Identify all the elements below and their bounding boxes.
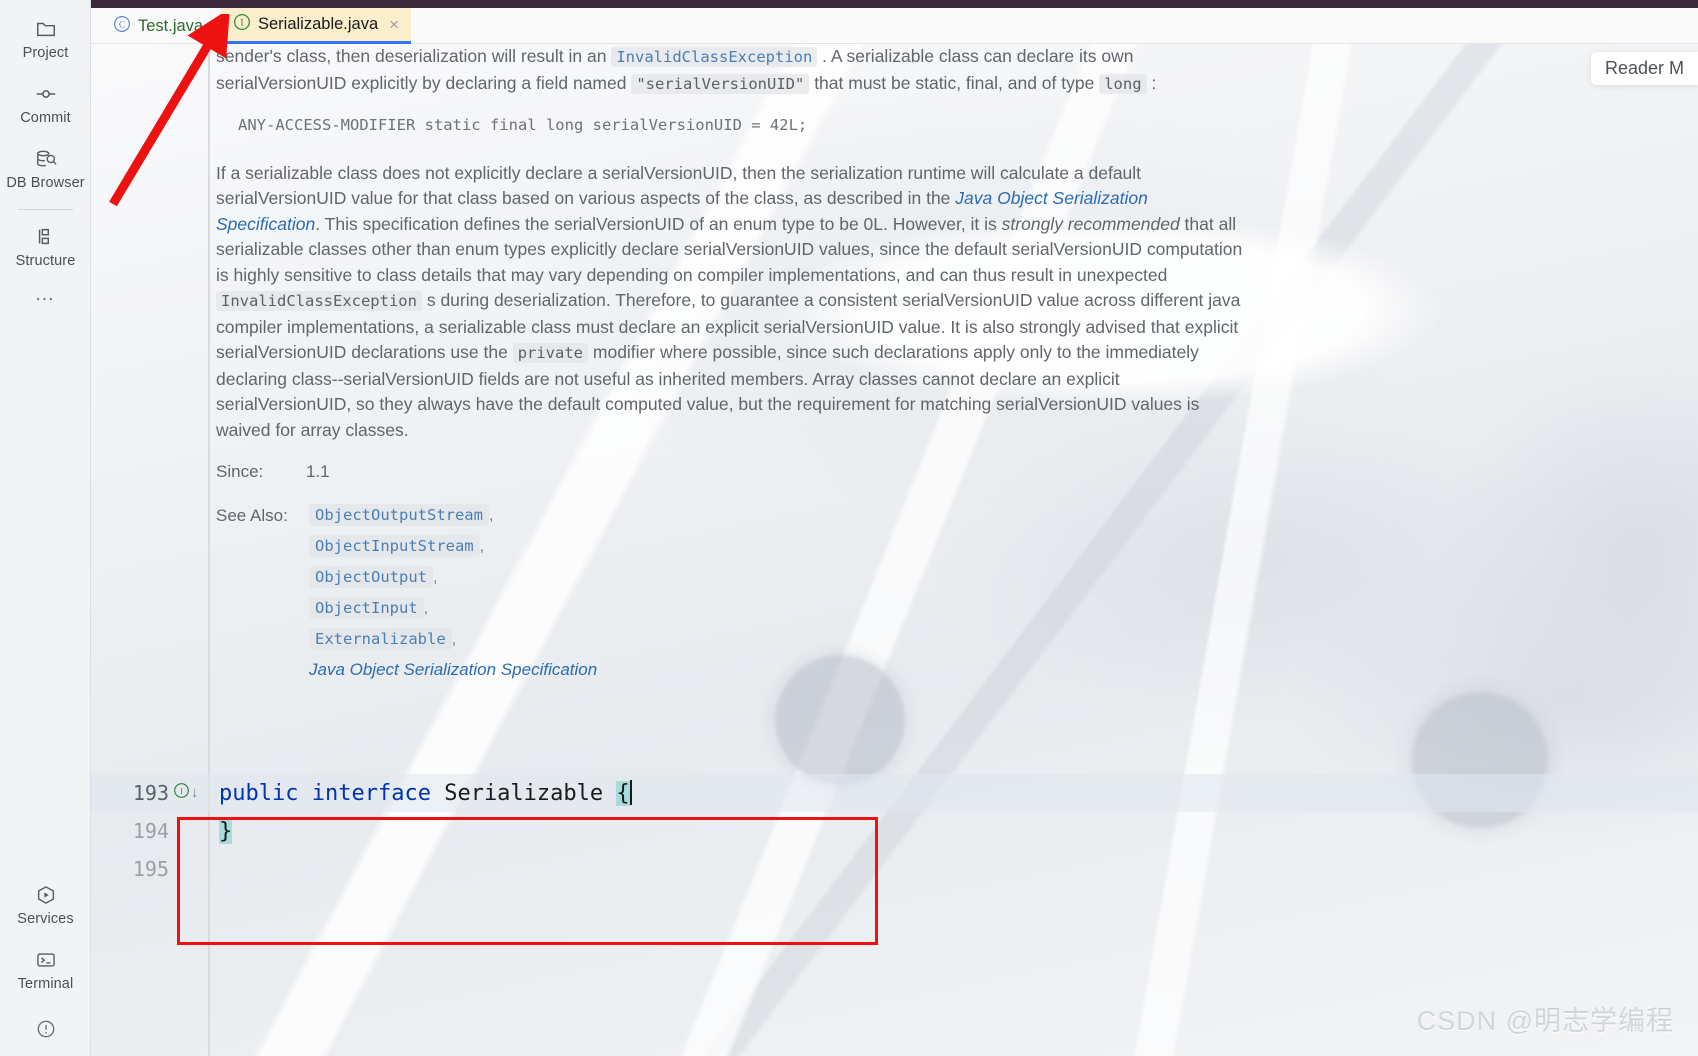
reader-mode-popup[interactable]: Reader M xyxy=(1590,52,1698,85)
sidebar-more-button[interactable]: … xyxy=(0,281,91,317)
text-caret xyxy=(629,780,632,805)
doc-see-also-list: ObjectOutputStream, ObjectInputStream, O… xyxy=(309,503,597,688)
see-also-objectoutput[interactable]: ObjectOutput xyxy=(309,565,433,588)
see-also-link-java-object-serialization-specification[interactable]: Java Object Serialization Specification xyxy=(309,660,597,679)
structure-icon xyxy=(35,226,57,248)
doc-see-also-key: See Also: xyxy=(216,505,288,525)
window-title-bar xyxy=(91,0,1698,8)
warning-circle-icon xyxy=(35,1018,57,1040)
keyword-public: public xyxy=(219,781,299,806)
java-interface-icon: I xyxy=(233,13,251,36)
sidebar-item-terminal[interactable]: Terminal xyxy=(0,939,91,1004)
doc-p1-suffix: : xyxy=(1146,72,1157,93)
sidebar-item-problems[interactable] xyxy=(0,1004,91,1056)
sidebar-item-structure-label: Structure xyxy=(15,253,76,269)
services-play-icon xyxy=(35,884,57,906)
see-also-objectinputstream[interactable]: ObjectInputStream xyxy=(309,534,480,557)
sidebar-item-services-label: Services xyxy=(17,911,74,927)
ide-window: Project Commit DB Browser Structure … Se… xyxy=(0,0,1698,1056)
doc-chip-invalidclassexception-1[interactable]: InvalidClassException xyxy=(611,47,818,67)
see-also-objectoutputstream[interactable]: ObjectOutputStream xyxy=(309,503,489,526)
sidebar-item-db-browser-label: DB Browser xyxy=(6,175,85,191)
doc-p2-b: . This specification defines the serialV… xyxy=(315,213,1002,234)
editor-pane: sender's class, then deserialization wil… xyxy=(91,44,1698,1056)
sidebar-item-structure[interactable]: Structure xyxy=(0,216,91,281)
sidebar-item-project[interactable]: Project xyxy=(0,8,91,73)
doc-p2-emphasis: strongly recommended xyxy=(1001,213,1180,234)
line-number: 195 xyxy=(132,857,169,881)
sidebar-divider xyxy=(18,209,73,210)
doc-paragraph-1: sender's class, then deserialization wil… xyxy=(216,44,1246,97)
javadoc-render: sender's class, then deserialization wil… xyxy=(216,44,1246,688)
database-search-icon xyxy=(35,148,57,170)
terminal-icon xyxy=(35,949,57,971)
code-line-194-text: } xyxy=(219,818,233,844)
tab-test-java-label: Test.java xyxy=(138,16,204,35)
doc-code-snippet: ANY-ACCESS-MODIFIER static final long se… xyxy=(238,116,808,134)
close-icon[interactable]: × xyxy=(389,16,399,33)
editor-tab-bar: C Test.java I Serializable.java × xyxy=(91,8,1698,44)
sidebar-bottom-group: Services Terminal xyxy=(0,874,91,1056)
line-number: 193 xyxy=(132,781,169,805)
doc-p1-mid2: that must be static, final, and of type xyxy=(809,72,1100,93)
list-item: Java Object Serialization Specification xyxy=(309,658,597,681)
sidebar-item-commit-label: Commit xyxy=(20,110,71,126)
see-also-comma: , xyxy=(423,599,429,617)
code-line-193[interactable]: 193 I ↓ public interface Serializable { xyxy=(91,774,1698,812)
list-item: ObjectOutputStream, xyxy=(309,503,597,527)
doc-p1-prefix: sender's class, then deserialization wil… xyxy=(216,46,612,66)
code-line-193-text: public interface Serializable { xyxy=(219,780,632,806)
java-class-icon: C xyxy=(113,15,131,38)
doc-chip-private: private xyxy=(512,343,589,363)
list-item: ObjectOutput, xyxy=(309,565,597,589)
keyword-interface: interface xyxy=(311,781,431,806)
see-also-objectinput[interactable]: ObjectInput xyxy=(309,596,424,619)
svg-text:C: C xyxy=(119,20,125,30)
see-also-comma: , xyxy=(432,568,438,586)
list-item: ObjectInput, xyxy=(309,596,597,620)
reader-mode-label: Reader M xyxy=(1604,58,1684,78)
folder-icon xyxy=(35,18,57,40)
list-item: Externalizable, xyxy=(309,627,597,651)
see-also-externalizable[interactable]: Externalizable xyxy=(309,627,452,650)
see-also-comma: , xyxy=(479,537,485,555)
code-line-195[interactable]: 195 xyxy=(91,850,1698,888)
close-brace: } xyxy=(219,818,233,844)
identifier-serializable: Serializable xyxy=(444,781,604,806)
java-interface-implemented-icon[interactable]: I xyxy=(173,782,190,804)
tool-window-sidebar: Project Commit DB Browser Structure … Se… xyxy=(0,0,91,1056)
code-line-194[interactable]: 194 } xyxy=(91,812,1698,850)
gutter-markers[interactable]: I ↓ xyxy=(173,782,199,804)
doc-chip-long: long xyxy=(1099,73,1147,94)
doc-see-also-row: See Also: ObjectOutputStream, ObjectInpu… xyxy=(216,503,1246,688)
doc-chip-invalidclassexception-2: InvalidClassException xyxy=(216,291,422,311)
gutter-divider xyxy=(208,44,210,1056)
doc-chip-serialversionuid: "serialVersionUID" xyxy=(631,73,810,94)
tab-serializable-java-label: Serializable.java xyxy=(258,15,379,33)
open-brace: { xyxy=(616,781,630,806)
sidebar-item-commit[interactable]: Commit xyxy=(0,73,91,138)
doc-paragraph-2: If a serializable class does not explici… xyxy=(216,161,1246,444)
implementation-arrow-icon[interactable]: ↓ xyxy=(191,785,199,800)
source-code-lines: 193 I ↓ public interface Serializable { … xyxy=(91,774,1698,888)
doc-since-row: Since: 1.1 xyxy=(216,459,1246,485)
line-number: 194 xyxy=(132,819,169,843)
sidebar-item-services[interactable]: Services xyxy=(0,874,91,939)
sidebar-item-terminal-label: Terminal xyxy=(17,976,74,992)
see-also-comma: , xyxy=(451,630,457,648)
svg-text:I: I xyxy=(240,19,243,29)
doc-since-value: 1.1 xyxy=(306,462,330,481)
sidebar-top-group: Project Commit DB Browser Structure … xyxy=(0,8,91,317)
list-item: ObjectInputStream, xyxy=(309,534,597,558)
tab-test-java[interactable]: C Test.java xyxy=(101,8,215,44)
doc-since-key: Since: xyxy=(216,462,264,481)
svg-text:I: I xyxy=(180,786,183,796)
tab-serializable-java[interactable]: I Serializable.java × xyxy=(221,8,412,44)
sidebar-item-db-browser[interactable]: DB Browser xyxy=(0,138,91,203)
see-also-comma: , xyxy=(488,506,494,524)
commit-icon xyxy=(35,83,57,105)
sidebar-item-project-label: Project xyxy=(22,45,69,61)
csdn-watermark: CSDN @明志学编程 xyxy=(1416,1006,1674,1036)
